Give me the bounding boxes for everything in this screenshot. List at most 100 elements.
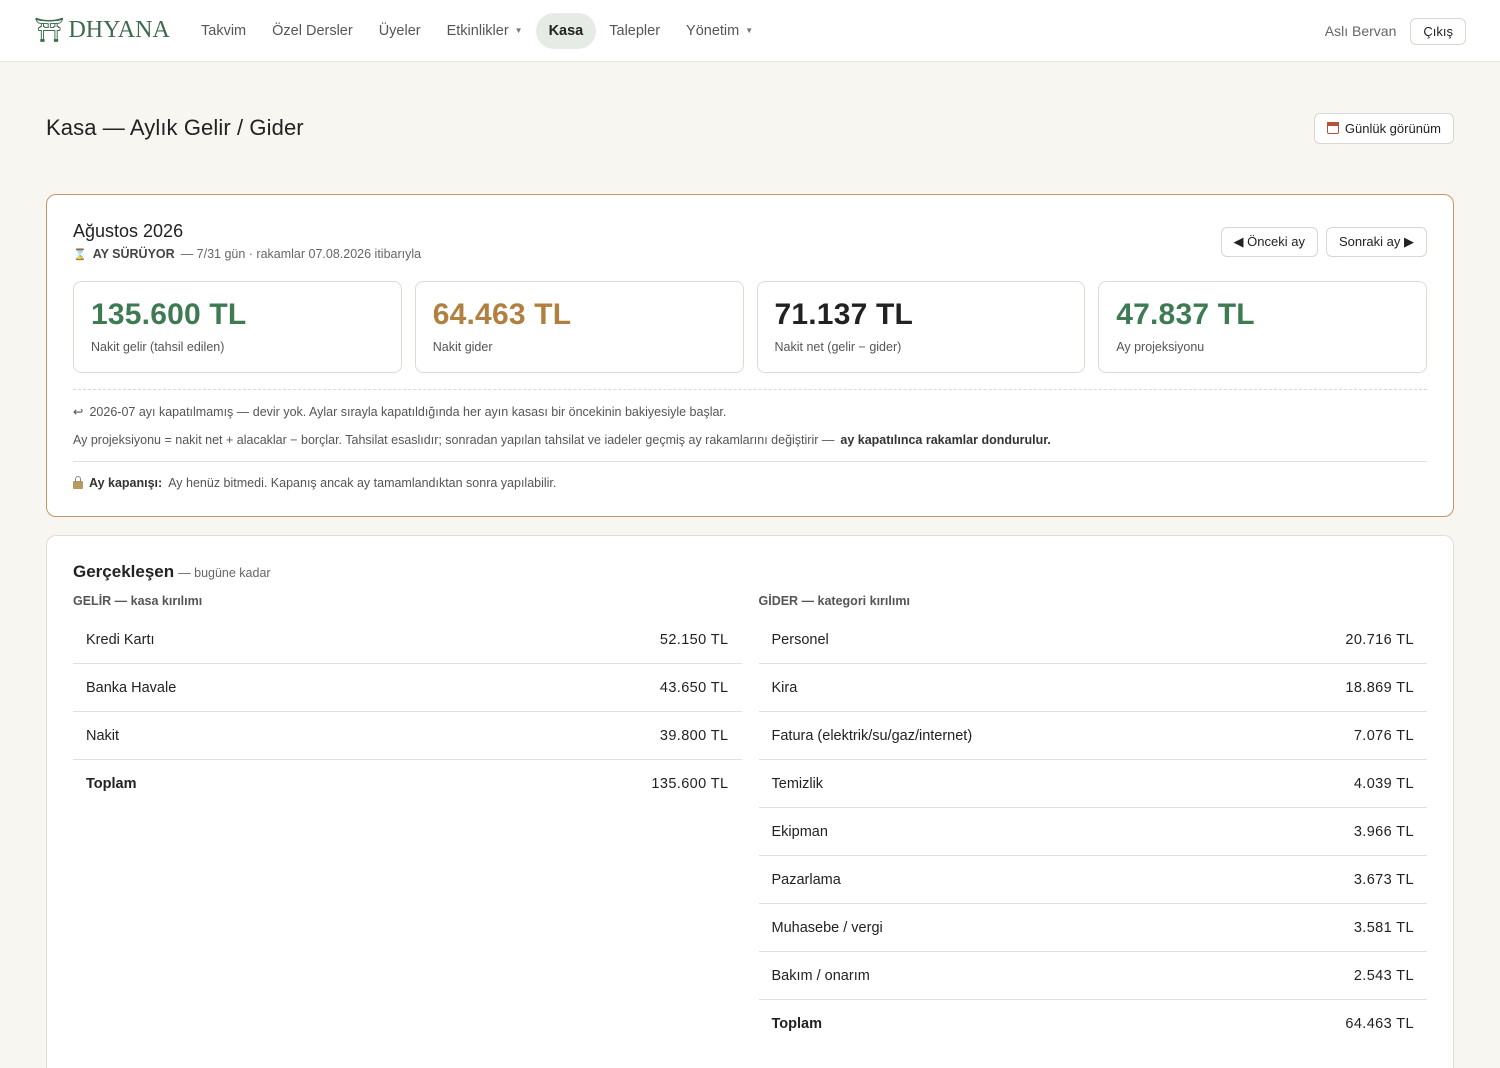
lock-icon [73, 476, 83, 489]
stat-month-projection: 47.837 TL Ay projeksiyonu [1098, 281, 1427, 373]
realized-card: Gerçekleşen — bugüne kadar GELİR — kasa … [46, 535, 1454, 1068]
row-amount: 3.966 TL [1353, 823, 1414, 840]
projection-text-bold: ay kapatılınca rakamlar dondurulur. [840, 433, 1051, 447]
return-arrow-icon: ↩ [73, 405, 84, 419]
closing-label: Ay kapanışı: [89, 476, 163, 490]
row-label: Ekipman [771, 823, 828, 840]
total-label: Toplam [86, 776, 137, 792]
expense-heading: GİDER — kategori kırılımı [758, 594, 910, 608]
page-title: Kasa — Aylık Gelir / Gider [46, 115, 304, 140]
table-row: Muhasebe / vergi 3.581 TL [758, 904, 1427, 952]
user-name: Aslı Bervan [1324, 23, 1397, 39]
row-amount: 39.800 TL [659, 727, 729, 744]
prev-month-button[interactable]: ◀ Önceki ay [1220, 227, 1318, 257]
expense-table: Personel 20.716 TL Kira 18.869 TL Fatura… [758, 616, 1428, 1048]
row-label: Muhasebe / vergi [771, 919, 883, 936]
realized-subtitle: — bugüne kadar [178, 566, 271, 580]
stat-label: Nakit gider [432, 340, 493, 354]
nav-item-yonetim[interactable]: Yönetim ▼ [673, 13, 766, 49]
total-amount: 135.600 TL [651, 776, 729, 792]
carry-over-note: ↩ 2026-07 ayı kapatılmamış — devir yok. … [73, 404, 1427, 420]
stat-value: 135.600 TL [91, 298, 247, 331]
table-row: Kira 18.869 TL [758, 664, 1427, 712]
nav-item-etkinlikler[interactable]: Etkinlikler ▼ [434, 13, 536, 49]
stat-label: Nakit net (gelir − gider) [774, 340, 902, 354]
table-row: Ekipman 3.966 TL [758, 808, 1427, 856]
row-amount: 7.076 TL [1353, 727, 1414, 744]
main-nav: Takvim Özel Dersler Üyeler Etkinlikler ▼ … [188, 12, 766, 49]
nav-item-takvim[interactable]: Takvim [188, 13, 259, 49]
brand-logo[interactable]: ⛩ DHYANA [34, 16, 170, 45]
stat-value: 47.837 TL [1116, 298, 1255, 331]
stat-value: 71.137 TL [774, 298, 914, 331]
expense-total-row: Toplam 64.463 TL [759, 1000, 1428, 1048]
table-row: Personel 20.716 TL [758, 616, 1427, 664]
row-label: Personel [771, 631, 829, 648]
row-amount: 4.039 TL [1353, 775, 1414, 792]
main-content: Kasa — Aylık Gelir / Gider Günlük görünü… [0, 62, 1500, 1068]
carry-over-text: 2026-07 ayı kapatılmamış — devir yok. Ay… [89, 404, 727, 419]
divider [73, 389, 1427, 390]
month-nav: ◀ Önceki ay Sonraki ay ▶ [1220, 227, 1427, 257]
torii-icon: ⛩ [34, 18, 65, 44]
row-amount: 18.869 TL [1345, 679, 1414, 696]
table-row: Temizlik 4.039 TL [758, 760, 1427, 808]
row-label: Pazarlama [771, 871, 841, 888]
stat-cash-net: 71.137 TL Nakit net (gelir − gider) [756, 281, 1086, 373]
nav-item-label: Takvim [201, 22, 247, 39]
nav-item-uyeler[interactable]: Üyeler [366, 13, 434, 49]
stats-row: 135.600 TL Nakit gelir (tahsil edilen) 6… [73, 281, 1427, 373]
row-label: Kredi Kartı [86, 631, 155, 648]
brand-name: DHYANA [68, 17, 170, 43]
nav-item-kasa[interactable]: Kasa [535, 12, 597, 49]
row-amount: 52.150 TL [659, 631, 729, 648]
daily-view-button[interactable]: Günlük görünüm [1313, 112, 1454, 144]
projection-text: Ay projeksiyonu = nakit net + alacaklar … [73, 433, 835, 447]
calendar-icon [1326, 122, 1339, 134]
row-label: Fatura (elektrik/su/gaz/internet) [771, 727, 973, 744]
row-amount: 3.673 TL [1353, 871, 1414, 888]
table-row: Banka Havale 43.650 TL [73, 664, 742, 712]
income-table: Kredi Kartı 52.150 TL Banka Havale 43.65… [73, 616, 742, 808]
nav-item-label: Yönetim [686, 22, 740, 39]
month-status: ⌛ AY SÜRÜYOR — 7/31 gün · rakamlar 07.08… [73, 247, 421, 261]
row-amount: 3.581 TL [1353, 919, 1414, 936]
row-amount: 20.716 TL [1345, 631, 1414, 648]
month-status-detail: — 7/31 gün · rakamlar 07.08.2026 itibarı… [180, 247, 422, 261]
table-row: Pazarlama 3.673 TL [758, 856, 1427, 904]
row-label: Banka Havale [86, 679, 177, 696]
caret-down-icon: ▼ [745, 26, 754, 35]
nav-item-talepler[interactable]: Talepler [596, 13, 673, 49]
nav-item-label: Üyeler [378, 22, 421, 39]
realized-columns: GELİR — kasa kırılımı Kredi Kartı 52.150… [73, 594, 1427, 1048]
row-label: Kira [771, 679, 798, 696]
next-month-button[interactable]: Sonraki ay ▶ [1325, 227, 1427, 257]
income-total-row: Toplam 135.600 TL [73, 760, 742, 808]
row-amount: 2.543 TL [1353, 967, 1414, 984]
nav-item-label: Talepler [609, 22, 661, 39]
row-amount: 43.650 TL [659, 679, 729, 696]
total-amount: 64.463 TL [1345, 1016, 1414, 1032]
closing-text: Ay henüz bitmedi. Kapanış ancak ay tamam… [168, 476, 557, 490]
nav-item-label: Özel Dersler [272, 22, 353, 39]
income-heading: GELİR — kasa kırılımı [73, 594, 203, 608]
nav-item-ozel-dersler[interactable]: Özel Dersler [259, 13, 366, 49]
projection-note: Ay projeksiyonu = nakit net + alacaklar … [73, 433, 1427, 447]
row-label: Nakit [86, 727, 120, 744]
realized-heading: Gerçekleşen [73, 562, 175, 581]
expense-column: GİDER — kategori kırılımı Personel 20.71… [758, 594, 1428, 1048]
month-title: Ağustos 2026 [73, 221, 184, 241]
table-row: Kredi Kartı 52.150 TL [73, 616, 742, 664]
row-label: Bakım / onarım [771, 967, 870, 984]
nav-item-label: Kasa [548, 22, 584, 39]
daily-view-label: Günlük görünüm [1344, 120, 1441, 136]
caret-down-icon: ▼ [514, 26, 523, 35]
month-summary-card: Ağustos 2026 ⌛ AY SÜRÜYOR — 7/31 gün · r… [46, 194, 1454, 517]
divider [73, 461, 1427, 462]
logout-button[interactable]: Çıkış [1410, 17, 1466, 45]
stat-label: Nakit gelir (tahsil edilen) [91, 340, 225, 354]
income-column: GELİR — kasa kırılımı Kredi Kartı 52.150… [73, 594, 742, 1048]
month-status-badge: AY SÜRÜYOR [92, 247, 175, 261]
page-header: Kasa — Aylık Gelir / Gider Günlük görünü… [46, 62, 1454, 194]
month-closing-note: Ay kapanışı: Ay henüz bitmedi. Kapanış a… [73, 476, 1427, 490]
